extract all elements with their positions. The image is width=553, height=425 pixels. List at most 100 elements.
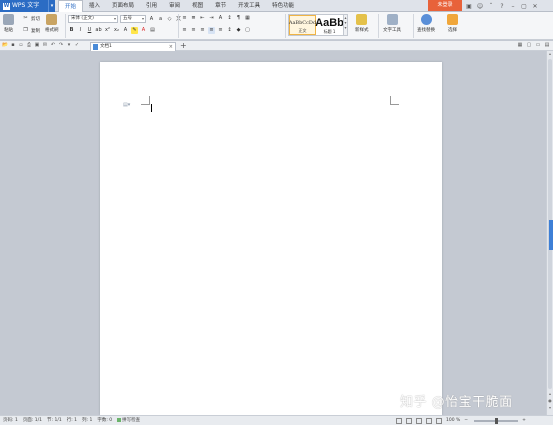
tab-developer[interactable]: 开发工具 bbox=[232, 0, 266, 12]
prev-page-icon[interactable]: ▴ bbox=[547, 391, 553, 396]
grow-font-icon[interactable]: A bbox=[148, 16, 155, 23]
font-name-select[interactable]: 宋体 (正文) bbox=[68, 15, 118, 23]
shading-icon[interactable]: ◆ bbox=[235, 27, 242, 34]
export-pdf-icon[interactable]: ▣ bbox=[34, 42, 40, 49]
tab-view[interactable]: 视图 bbox=[186, 0, 209, 12]
text-tools-button[interactable]: 文字工具 bbox=[383, 14, 401, 33]
web-view-icon[interactable] bbox=[416, 417, 422, 424]
text-tools-icon bbox=[386, 14, 398, 25]
minimize-icon[interactable]: – bbox=[509, 3, 517, 10]
pin-icon[interactable]: ✓ bbox=[74, 42, 80, 49]
font-color-icon[interactable]: A bbox=[140, 27, 147, 34]
tab-insert[interactable]: 插入 bbox=[83, 0, 106, 12]
superscript-icon[interactable]: x² bbox=[104, 27, 111, 34]
app-menu-button[interactable]: W WPS 文字 bbox=[0, 0, 48, 12]
app-menu-dropdown-icon[interactable]: ▾ bbox=[48, 0, 55, 12]
clear-format-icon[interactable]: ◇ bbox=[166, 16, 173, 23]
justify-icon[interactable]: ≡ bbox=[208, 27, 215, 34]
login-button[interactable]: 未登录 bbox=[428, 0, 462, 11]
align-left-icon[interactable]: ≡ bbox=[181, 27, 188, 34]
chinese-layout-icon[interactable]: A bbox=[217, 15, 224, 22]
window-icon[interactable]: ▢ bbox=[526, 42, 532, 49]
paste-button[interactable]: 粘贴 bbox=[3, 14, 14, 33]
side-panel-tab[interactable] bbox=[549, 220, 553, 250]
open-icon[interactable]: 📂 bbox=[2, 42, 8, 49]
style-gallery-scroll[interactable]: ▴ ▾ ▾ bbox=[343, 15, 347, 35]
sort-icon[interactable]: ↕ bbox=[226, 15, 233, 22]
print-preview-icon[interactable]: ▫ bbox=[18, 42, 24, 49]
print-icon[interactable]: ⎙ bbox=[26, 42, 32, 49]
close-icon[interactable]: ✕ bbox=[531, 3, 539, 10]
save-icon[interactable]: ▪ bbox=[10, 42, 16, 49]
decrease-indent-icon[interactable]: ⇤ bbox=[199, 15, 206, 22]
char-border-icon[interactable]: ▤ bbox=[149, 27, 156, 34]
italic-icon[interactable]: I bbox=[77, 27, 84, 34]
brush-icon bbox=[46, 14, 58, 25]
redo-icon[interactable]: ↷ bbox=[58, 42, 64, 49]
strikethrough-icon[interactable]: ab bbox=[95, 27, 102, 34]
highlight-icon[interactable]: ✎ bbox=[131, 27, 138, 34]
format-painter-button[interactable]: 格式刷 bbox=[45, 14, 59, 33]
undo-icon[interactable]: ↶ bbox=[50, 42, 56, 49]
line-spacing-icon[interactable]: ↕ bbox=[226, 27, 233, 34]
borders-icon[interactable]: ▢ bbox=[244, 27, 251, 34]
zoom-out-icon[interactable]: − bbox=[464, 416, 468, 425]
distributed-icon[interactable]: ≡ bbox=[217, 27, 224, 34]
style-normal[interactable]: AaBbCcDd 正文 bbox=[289, 15, 316, 35]
tab-page-layout[interactable]: 页面布局 bbox=[106, 0, 140, 12]
zoom-slider-knob[interactable] bbox=[494, 417, 498, 424]
ribbon: 粘贴 ✂ 剪切 ❐ 复制 格式刷 宋体 (正文) 五号 A a ◇ 文 B I … bbox=[0, 12, 553, 40]
tab-references[interactable]: 引用 bbox=[140, 0, 163, 12]
tab-review[interactable]: 审阅 bbox=[163, 0, 186, 12]
status-words[interactable]: 字数: 0 bbox=[97, 416, 112, 425]
shrink-font-icon[interactable]: a bbox=[157, 16, 164, 23]
more-icon[interactable]: ▾ bbox=[66, 42, 72, 49]
select-button[interactable]: 选择 bbox=[447, 14, 458, 33]
copy-button[interactable]: ❐ 复制 bbox=[22, 27, 40, 34]
style-gallery: AaBbCcDd 正文 AaBb 标题 1 ▴ ▾ ▾ bbox=[288, 14, 348, 36]
zoom-level[interactable]: 100 % bbox=[446, 416, 460, 425]
page-view-icon[interactable] bbox=[396, 417, 402, 424]
paragraph-layout-icon[interactable]: ▤▾ bbox=[123, 102, 130, 108]
ribbon-toggle-icon[interactable]: ▭ bbox=[535, 42, 541, 49]
cut-button[interactable]: ✂ 剪切 bbox=[22, 15, 40, 22]
text-effect-icon[interactable]: A bbox=[122, 27, 129, 34]
zoom-in-icon[interactable]: + bbox=[522, 416, 526, 425]
new-style-button[interactable]: 新样式 bbox=[355, 14, 369, 33]
align-center-icon[interactable]: ≡ bbox=[190, 27, 197, 34]
document-tab[interactable]: 文档1 × bbox=[90, 42, 176, 51]
bold-icon[interactable]: B bbox=[68, 27, 75, 34]
help-icon[interactable]: ? bbox=[498, 3, 506, 10]
zoom-slider[interactable] bbox=[474, 417, 519, 424]
select-browse-icon[interactable]: ● bbox=[547, 398, 553, 403]
document-page[interactable]: ▤▾ bbox=[100, 62, 442, 415]
font-size-select[interactable]: 五号 bbox=[120, 15, 146, 23]
bullets-icon[interactable]: ≡ bbox=[181, 15, 188, 22]
subscript-icon[interactable]: x₂ bbox=[113, 27, 120, 34]
outline-view-icon[interactable] bbox=[406, 417, 412, 424]
grid-icon[interactable]: ▦ bbox=[517, 42, 523, 49]
table-icon[interactable]: ▦ bbox=[244, 15, 251, 22]
maximize-icon[interactable]: ▢ bbox=[520, 3, 528, 10]
align-right-icon[interactable]: ≡ bbox=[199, 27, 206, 34]
show-marks-icon[interactable]: ¶ bbox=[235, 15, 242, 22]
find-replace-button[interactable]: 查找替换 bbox=[417, 14, 435, 33]
next-page-icon[interactable]: ▾ bbox=[547, 405, 553, 410]
spell-check[interactable]: 拼写检查 bbox=[117, 416, 140, 425]
style-heading-1[interactable]: AaBb 标题 1 bbox=[315, 15, 344, 35]
close-tab-icon[interactable]: × bbox=[169, 43, 173, 51]
collapse-ribbon-icon[interactable]: ˆ bbox=[487, 3, 495, 10]
tab-chapter[interactable]: 章节 bbox=[209, 0, 232, 12]
scroll-up-icon[interactable]: ▴ bbox=[547, 51, 553, 56]
skin-icon[interactable]: ▣ bbox=[465, 3, 473, 10]
feedback-icon[interactable]: ☺ bbox=[476, 3, 484, 10]
increase-indent-icon[interactable]: ⇥ bbox=[208, 15, 215, 22]
tab-features[interactable]: 特色功能 bbox=[266, 0, 300, 12]
reading-view-icon[interactable] bbox=[426, 417, 432, 424]
new-tab-icon[interactable]: + bbox=[180, 41, 187, 51]
eye-protect-icon[interactable] bbox=[436, 417, 442, 424]
underline-icon[interactable]: U bbox=[86, 27, 93, 34]
mail-icon[interactable]: ✉ bbox=[42, 42, 48, 49]
numbering-icon[interactable]: ≣ bbox=[190, 15, 197, 22]
tab-list-icon[interactable]: ▤ bbox=[544, 42, 550, 49]
